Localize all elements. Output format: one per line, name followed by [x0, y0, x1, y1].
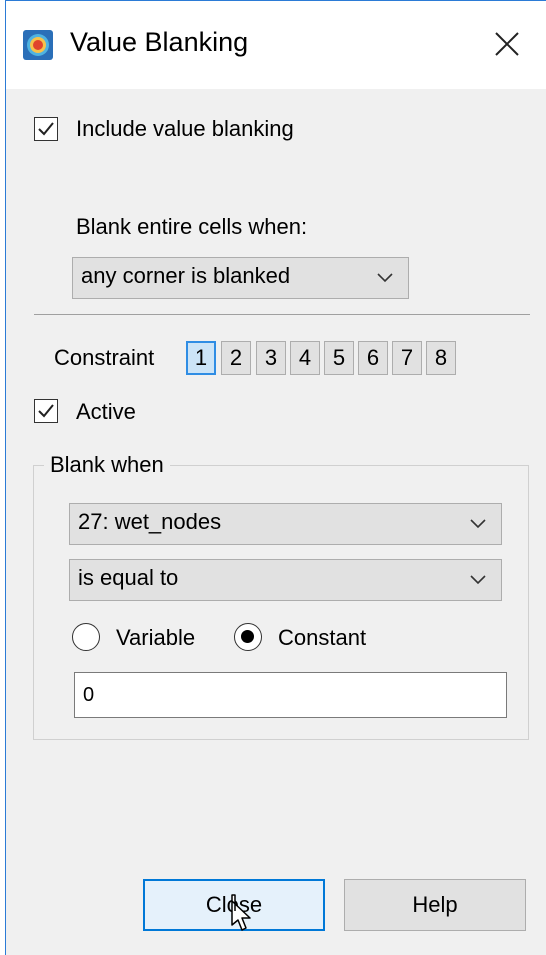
help-button[interactable]: Help [344, 879, 526, 931]
constraint-button-7[interactable]: 7 [392, 341, 422, 375]
close-button[interactable]: Close [143, 879, 325, 931]
constraint-button-1[interactable]: 1 [186, 341, 216, 375]
title-bar: Value Blanking [6, 1, 546, 89]
checkmark-icon [38, 404, 54, 418]
blank-cells-label: Blank entire cells when: [76, 214, 308, 239]
constant-value-text: 0 [83, 684, 95, 706]
dialog-title: Value Blanking [70, 27, 249, 57]
radio-constant[interactable] [234, 623, 262, 651]
radio-selected-dot [241, 630, 254, 643]
constraint-button-4[interactable]: 4 [290, 341, 320, 375]
close-icon[interactable] [490, 27, 524, 61]
variable-select[interactable]: 27: wet_nodes [69, 503, 502, 545]
constraint-button-8[interactable]: 8 [426, 341, 456, 375]
tecplot-app-icon [23, 30, 53, 60]
constraint-button-2[interactable]: 2 [221, 341, 251, 375]
chevron-down-icon [470, 519, 486, 529]
operator-select-value: is equal to [78, 565, 179, 590]
chevron-down-icon [470, 575, 486, 585]
radio-constant-label: Constant [278, 625, 367, 650]
constraint-button-5[interactable]: 5 [324, 341, 354, 375]
radio-variable-label: Variable [116, 625, 196, 650]
blank-when-group-title: Blank when [44, 452, 170, 478]
blank-cells-select-value: any corner is blanked [81, 263, 291, 288]
operator-select[interactable]: is equal to [69, 559, 502, 601]
value-blanking-dialog: Value Blanking Include value blanking Bl… [5, 0, 546, 955]
chevron-down-icon [377, 273, 393, 283]
constraint-label: Constraint [54, 345, 155, 370]
active-checkbox[interactable] [34, 399, 58, 423]
active-label: Active [76, 399, 136, 424]
separator [34, 314, 530, 315]
variable-select-value: 27: wet_nodes [78, 509, 222, 534]
include-value-blanking-checkbox[interactable] [34, 117, 58, 141]
radio-variable[interactable] [72, 623, 100, 651]
constraint-button-6[interactable]: 6 [358, 341, 388, 375]
constraint-button-3[interactable]: 3 [256, 341, 286, 375]
constant-value-input[interactable]: 0 [74, 672, 507, 718]
include-value-blanking-label: Include value blanking [76, 116, 294, 141]
blank-cells-select[interactable]: any corner is blanked [72, 257, 409, 299]
checkmark-icon [38, 122, 54, 136]
